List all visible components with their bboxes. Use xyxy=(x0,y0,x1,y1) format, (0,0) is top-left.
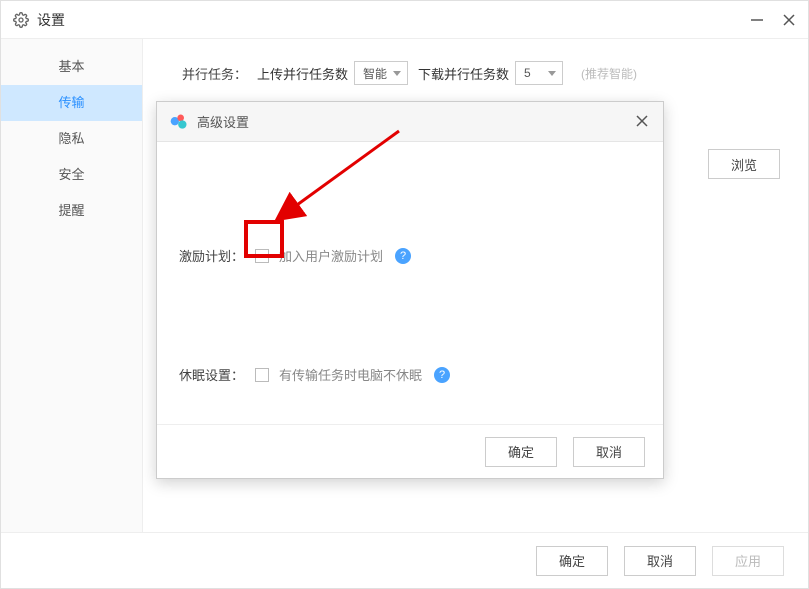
cancel-button[interactable]: 取消 xyxy=(624,546,696,576)
sleep-setting-row: 休眠设置： 有传输任务时电脑不休眠 ? xyxy=(179,365,645,384)
download-select[interactable]: 5 xyxy=(515,61,563,85)
window-controls xyxy=(750,13,796,27)
sidebar-item-security[interactable]: 安全 xyxy=(1,157,142,193)
browse-button[interactable]: 浏览 xyxy=(708,149,780,179)
advanced-settings-dialog: 高级设置 激励计划： 加入用户激励计划 ? 休眠设置： 有传输任务时电脑不休眠 … xyxy=(156,101,664,479)
upload-label: 上传并行任务数 xyxy=(257,64,348,83)
parallel-tasks-label: 并行任务： xyxy=(171,64,247,83)
download-label: 下载并行任务数 xyxy=(418,64,509,83)
dialog-cancel-button[interactable]: 取消 xyxy=(573,437,645,467)
recommend-hint: (推荐智能) xyxy=(581,65,637,82)
parallel-tasks-row: 并行任务： 上传并行任务数 智能 下载并行任务数 5 (推荐智能) xyxy=(171,61,780,85)
sleep-setting-checkbox-label: 有传输任务时电脑不休眠 xyxy=(279,365,422,384)
sidebar-item-transfer[interactable]: 传输 xyxy=(1,85,142,121)
sidebar-item-reminder[interactable]: 提醒 xyxy=(1,193,142,229)
settings-window: 设置 基本 传输 隐私 安全 提醒 并行任务： 上传并行任务数 智能 xyxy=(0,0,809,589)
close-button[interactable] xyxy=(782,13,796,27)
upload-subrow: 上传并行任务数 智能 xyxy=(257,61,408,85)
dialog-footer: 确定 取消 xyxy=(157,424,663,478)
sidebar-item-basic[interactable]: 基本 xyxy=(1,49,142,85)
sleep-setting-label: 休眠设置： xyxy=(179,365,251,384)
sidebar-item-privacy[interactable]: 隐私 xyxy=(1,121,142,157)
upload-select[interactable]: 智能 xyxy=(354,61,408,85)
titlebar: 设置 xyxy=(1,1,808,39)
dialog-body: 激励计划： 加入用户激励计划 ? 休眠设置： 有传输任务时电脑不休眠 ? xyxy=(157,142,663,424)
dialog-close-button[interactable] xyxy=(635,114,651,130)
dialog-title: 高级设置 xyxy=(197,112,249,131)
sleep-setting-checkbox[interactable] xyxy=(255,368,269,382)
baidu-netdisk-logo-icon xyxy=(169,112,189,132)
footer: 确定 取消 应用 xyxy=(1,532,808,588)
ok-button[interactable]: 确定 xyxy=(536,546,608,576)
download-subrow: 下载并行任务数 5 xyxy=(418,61,563,85)
incentive-plan-label: 激励计划： xyxy=(179,246,251,265)
apply-button[interactable]: 应用 xyxy=(712,546,784,576)
dialog-titlebar: 高级设置 xyxy=(157,102,663,142)
sidebar: 基本 传输 隐私 安全 提醒 xyxy=(1,39,143,532)
gear-icon xyxy=(13,12,29,28)
incentive-plan-checkbox-label: 加入用户激励计划 xyxy=(279,246,383,265)
sleep-help-icon[interactable]: ? xyxy=(434,367,450,383)
window-title: 设置 xyxy=(37,10,65,30)
minimize-button[interactable] xyxy=(750,13,764,27)
incentive-help-icon[interactable]: ? xyxy=(395,248,411,264)
incentive-plan-checkbox[interactable] xyxy=(255,249,269,263)
incentive-plan-row: 激励计划： 加入用户激励计划 ? xyxy=(179,246,645,265)
dialog-ok-button[interactable]: 确定 xyxy=(485,437,557,467)
